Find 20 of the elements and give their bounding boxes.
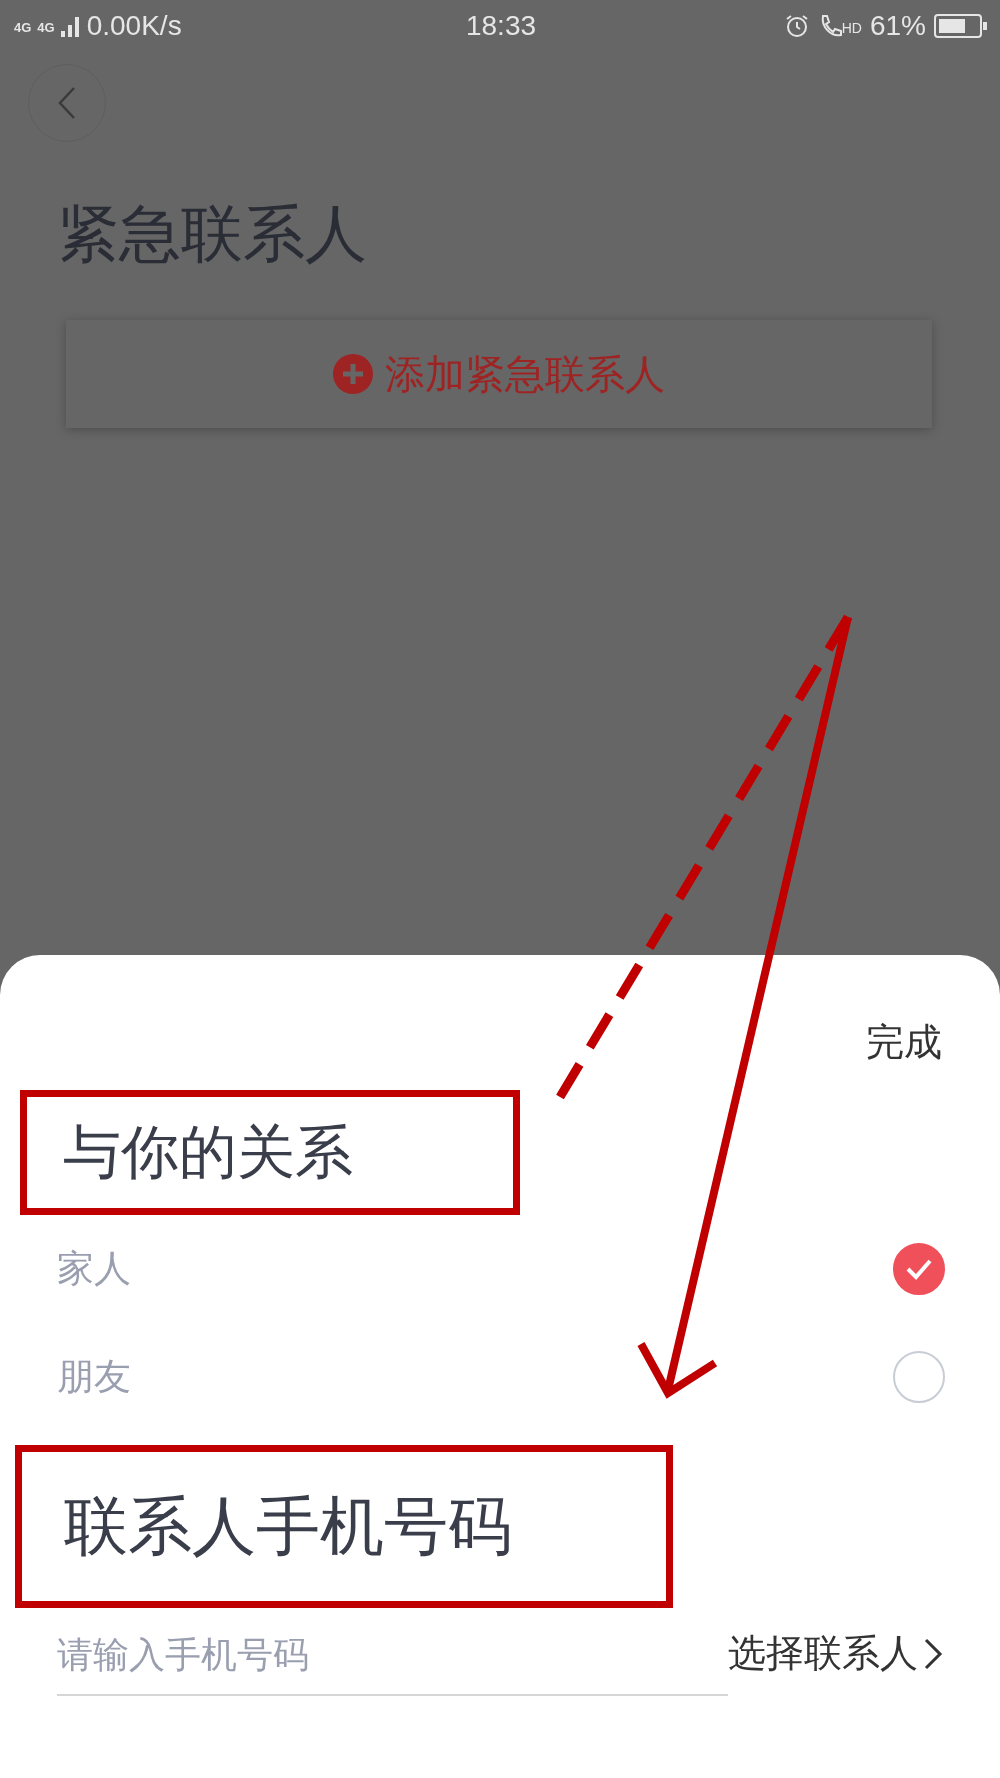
network-label: 4G — [37, 20, 55, 35]
done-button[interactable]: 完成 — [866, 1017, 942, 1068]
network-speed: 0.00K/s — [86, 10, 182, 42]
option-label: 朋友 — [57, 1355, 131, 1399]
option-label: 家人 — [57, 1247, 131, 1291]
section-heading: 联系人手机号码 — [64, 1489, 512, 1564]
plus-circle-icon — [333, 354, 373, 394]
back-icon — [57, 86, 77, 120]
clock: 18:33 — [465, 10, 537, 42]
check-icon — [904, 1257, 934, 1281]
radio-button[interactable] — [893, 1351, 945, 1403]
signal-icon — [60, 15, 81, 37]
section-heading: 与你的关系 — [63, 1117, 353, 1186]
hd-label: HD — [841, 20, 862, 36]
radio-button[interactable] — [893, 1243, 945, 1295]
network-label: 4G — [14, 20, 32, 35]
page-title: 紧急联系人 — [57, 198, 368, 270]
battery-icon — [934, 14, 988, 38]
battery-percent: 61% — [869, 10, 926, 42]
choose-contact-link[interactable]: 选择联系人 — [728, 1628, 944, 1679]
